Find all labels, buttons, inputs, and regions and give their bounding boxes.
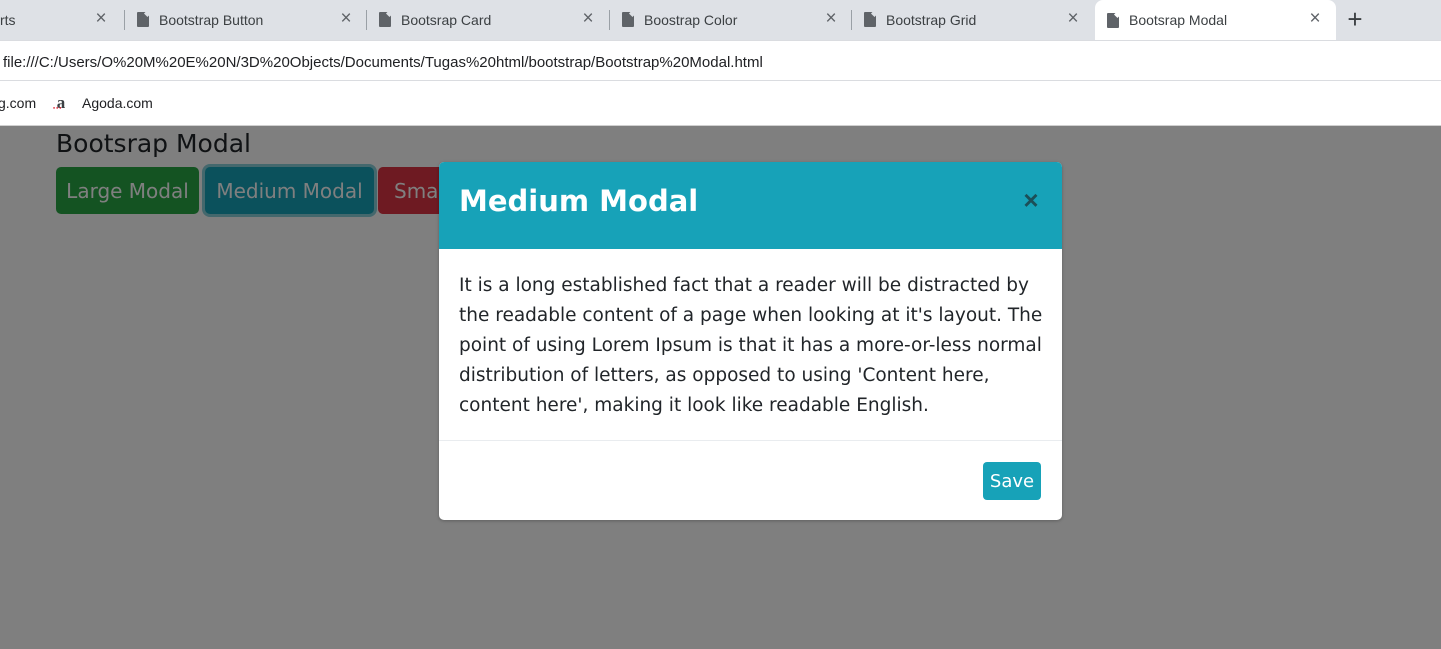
address-bar[interactable]: file:///C:/Users/O%20M%20E%20N/3D%20Obje… bbox=[0, 40, 1441, 81]
tab-close-icon[interactable]: × bbox=[337, 9, 355, 28]
agoda-icon: a ••• bbox=[52, 93, 70, 113]
tab-bootsrap-card[interactable]: Bootsrap Card × bbox=[367, 0, 609, 39]
tab-title: Bootstrap Button bbox=[159, 11, 264, 28]
tab-boostrap-color[interactable]: Boostrap Color × bbox=[610, 0, 852, 39]
tab-title: Bootstrap Grid bbox=[886, 11, 977, 28]
document-icon bbox=[622, 12, 634, 27]
document-icon bbox=[1107, 12, 1119, 28]
tab-close-icon[interactable]: × bbox=[822, 9, 840, 28]
bookmarks-bar: g.com a ••• Agoda.com bbox=[0, 81, 1441, 126]
modal-header: Medium Modal × bbox=[439, 162, 1062, 249]
tab-bootstrap-grid[interactable]: Bootstrap Grid × bbox=[852, 0, 1094, 39]
tab-title: Bootsrap Modal bbox=[1129, 12, 1228, 28]
save-button[interactable]: Save bbox=[983, 462, 1041, 500]
bookmark-agoda[interactable]: Agoda.com bbox=[82, 95, 153, 111]
new-tab-button[interactable]: + bbox=[1343, 6, 1367, 32]
tab-close-icon[interactable]: × bbox=[1306, 9, 1324, 28]
bookmark-item[interactable]: g.com bbox=[0, 95, 36, 111]
document-icon bbox=[137, 12, 149, 27]
tab-close-icon[interactable]: × bbox=[1064, 9, 1082, 28]
modal-body-text: It is a long established fact that a rea… bbox=[459, 275, 1043, 416]
tab-strip: rts × Bootstrap Button × Bootsrap Card ×… bbox=[0, 0, 1441, 40]
url-text[interactable]: file:///C:/Users/O%20M%20E%20N/3D%20Obje… bbox=[3, 54, 763, 71]
tab-title: Bootsrap Card bbox=[401, 11, 492, 28]
tab-charts[interactable]: rts × bbox=[0, 0, 122, 39]
document-icon bbox=[379, 12, 391, 27]
agoda-icon-dots: ••• bbox=[53, 106, 63, 112]
document-icon bbox=[864, 12, 876, 27]
modal-title: Medium Modal bbox=[459, 184, 699, 218]
tab-close-icon[interactable]: × bbox=[92, 9, 110, 28]
close-icon[interactable]: × bbox=[1019, 186, 1043, 214]
tab-title: rts bbox=[0, 11, 16, 28]
modal-dialog: Medium Modal × It is a long established … bbox=[439, 162, 1062, 520]
tab-bootsrap-modal[interactable]: Bootsrap Modal × bbox=[1095, 0, 1336, 40]
modal-footer: Save bbox=[439, 440, 1062, 520]
tab-close-icon[interactable]: × bbox=[579, 9, 597, 28]
tab-bootstrap-button[interactable]: Bootstrap Button × bbox=[125, 0, 367, 39]
tab-title: Boostrap Color bbox=[644, 11, 738, 28]
page-viewport: Bootsrap Modal Large Modal Medium Modal … bbox=[0, 126, 1441, 649]
